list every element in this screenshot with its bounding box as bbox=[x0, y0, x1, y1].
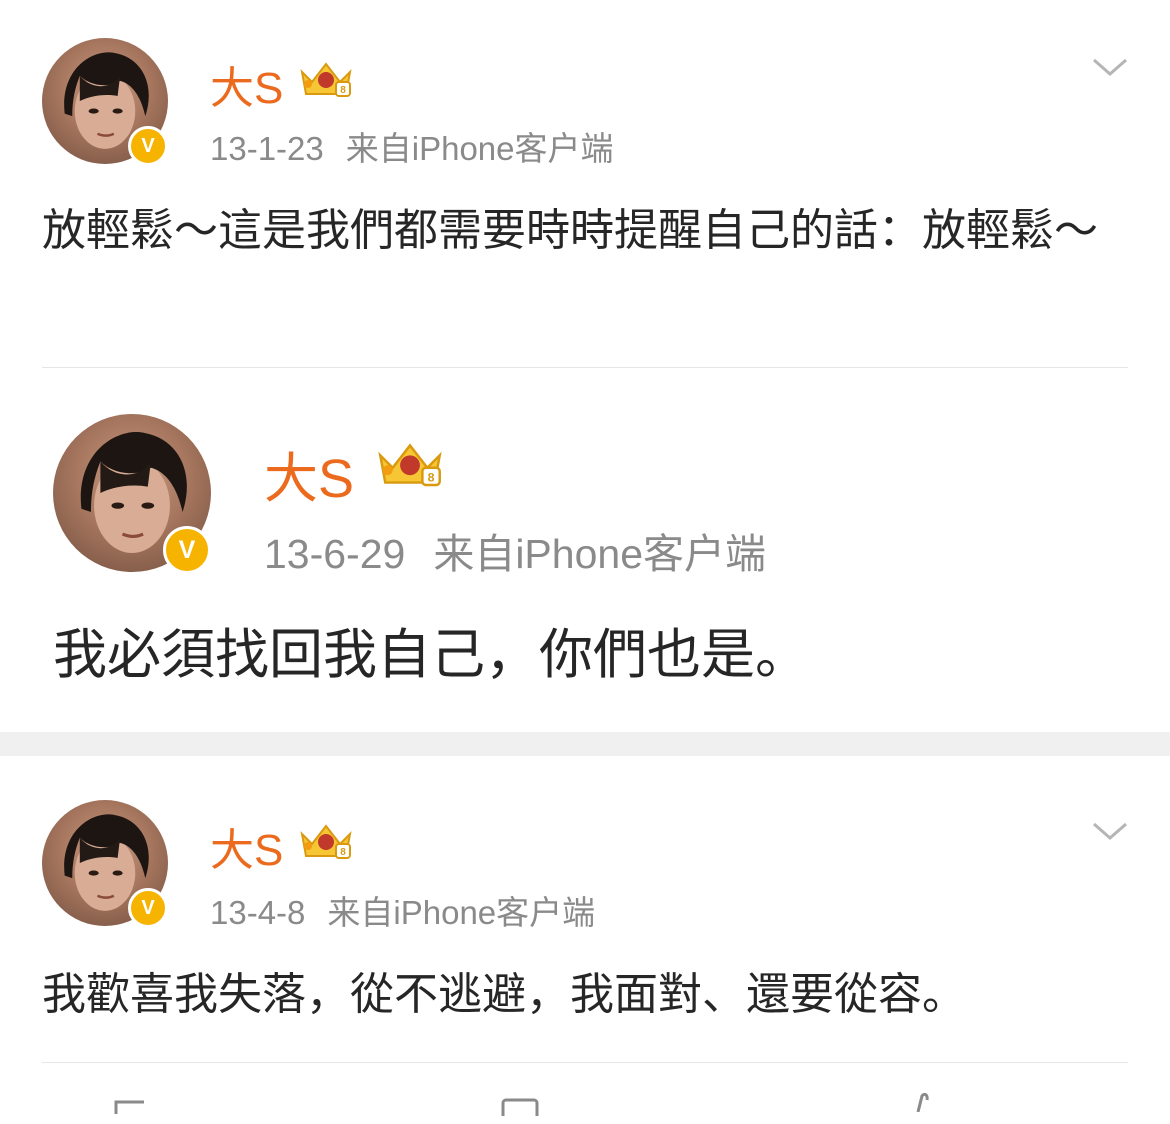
post-text: 我歡喜我失落，從不逃避，我面對、還要從容。 bbox=[42, 969, 966, 1020]
verified-v-icon: V bbox=[128, 888, 168, 928]
post-source[interactable]: 来自iPhone客户端 bbox=[346, 130, 614, 167]
post-action-bar bbox=[0, 1080, 1170, 1122]
weibo-post-1: V 大S 8 13-1-23 来自iPhone客户端 放輕鬆～這是我們都需要時時提… bbox=[0, 0, 1170, 370]
crown-badge-icon[interactable]: 8 bbox=[298, 820, 354, 862]
avatar[interactable]: V bbox=[42, 38, 168, 166]
user-name[interactable]: 大S bbox=[210, 814, 283, 878]
avatar[interactable]: V bbox=[42, 800, 168, 928]
chevron-down-icon[interactable] bbox=[1090, 816, 1130, 846]
post-text: 我必須找回我自己，你們也是。 bbox=[53, 623, 809, 686]
post-meta: 13-1-23 来自iPhone客户端 bbox=[210, 122, 614, 170]
post-meta: 13-4-8 来自iPhone客户端 bbox=[210, 886, 595, 934]
post-date: 13-4-8 bbox=[210, 894, 306, 931]
crown-badge-icon[interactable]: 8 bbox=[375, 438, 445, 490]
post-source[interactable]: 来自iPhone客户端 bbox=[327, 894, 595, 931]
post-text: 放輕鬆～這是我們都需要時時提醒自己的話：放輕鬆～ bbox=[42, 205, 1098, 256]
post-date: 13-1-23 bbox=[210, 130, 324, 167]
crown-badge-icon[interactable]: 8 bbox=[298, 58, 354, 100]
post-meta: 13-6-29 来自iPhone客户端 bbox=[264, 520, 766, 580]
svg-text:8: 8 bbox=[428, 470, 435, 484]
user-name[interactable]: 大S bbox=[210, 52, 283, 116]
weibo-post-3: V 大S 8 13-4-8 来自iPhone客户端 我歡喜我失落，從不逃避，我面對… bbox=[0, 756, 1170, 1080]
svg-text:8: 8 bbox=[340, 85, 346, 96]
verified-v-icon: V bbox=[128, 126, 168, 166]
repost-icon[interactable] bbox=[110, 1090, 150, 1124]
svg-text:8: 8 bbox=[340, 847, 346, 858]
verified-v-icon: V bbox=[163, 526, 211, 574]
user-name[interactable]: 大S bbox=[264, 434, 354, 513]
post-divider bbox=[42, 367, 1128, 368]
post-date: 13-6-29 bbox=[264, 531, 406, 577]
comment-icon[interactable] bbox=[500, 1090, 540, 1124]
section-separator bbox=[0, 732, 1170, 756]
weibo-post-2: V 大S 8 13-6-29 来自iPhone客户端 我必須找回我自己，你們也是。 bbox=[0, 370, 1170, 732]
avatar[interactable]: V bbox=[53, 414, 211, 574]
post-divider bbox=[42, 1062, 1128, 1063]
like-icon[interactable] bbox=[900, 1086, 940, 1120]
post-source[interactable]: 来自iPhone客户端 bbox=[433, 531, 766, 577]
chevron-down-icon[interactable] bbox=[1090, 52, 1130, 82]
